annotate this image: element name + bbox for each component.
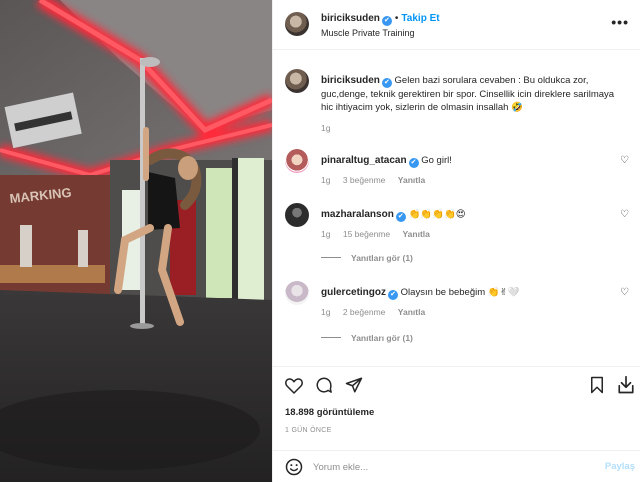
- caption-time[interactable]: 1g: [321, 123, 330, 133]
- bookmark-icon[interactable]: [589, 376, 605, 394]
- avatar[interactable]: [285, 203, 309, 227]
- comment-time[interactable]: 1g: [321, 229, 330, 239]
- post-detail-panel: biriciksuden ✔ • Takip Et Muscle Private Tr…: [272, 0, 640, 482]
- comment-time[interactable]: 1g: [321, 307, 330, 317]
- download-icon[interactable]: [617, 375, 635, 395]
- view-replies-label[interactable]: Yanıtları gör (1): [351, 333, 413, 343]
- comment-body: gulercetingoz ✔ Olaysın be bebeğim 👏✌🤍: [321, 286, 621, 300]
- follow-button[interactable]: Takip Et: [401, 13, 439, 24]
- post-comment-button[interactable]: Paylaş: [605, 461, 635, 472]
- heart-icon[interactable]: [285, 377, 303, 394]
- comment-icon[interactable]: [315, 376, 333, 394]
- separator-dot: •: [394, 13, 399, 24]
- verified-badge-icon: ✔: [395, 212, 406, 222]
- caption-meta: 1g: [321, 123, 340, 133]
- caption-username[interactable]: biriciksuden: [321, 75, 380, 86]
- avatar[interactable]: [285, 149, 309, 173]
- smiley-icon[interactable]: [285, 458, 303, 476]
- view-count[interactable]: 18.898 görüntüleme: [285, 407, 374, 418]
- location-link[interactable]: Muscle Private Training: [321, 28, 415, 38]
- comment-text: Olaysın be bebeğim 👏✌🤍: [400, 287, 520, 298]
- view-replies-button[interactable]: Yanıtları gör (1): [321, 333, 413, 343]
- comment-likes[interactable]: 3 beğenme: [343, 175, 386, 185]
- caption-body: biriciksuden ✔ Gelen bazi sorulara cevabe…: [321, 74, 621, 114]
- view-replies-label[interactable]: Yanıtları gör (1): [351, 253, 413, 263]
- header-name-row: biriciksuden ✔ • Takip Et: [321, 13, 440, 26]
- replies-divider: [321, 337, 341, 338]
- send-icon[interactable]: [345, 376, 363, 394]
- post-header: biriciksuden ✔ • Takip Et Muscle Private Tr…: [273, 0, 640, 50]
- comment-like-heart-icon[interactable]: ♡: [620, 287, 629, 298]
- comment-like-heart-icon[interactable]: ♡: [620, 209, 629, 220]
- avatar[interactable]: [285, 69, 309, 93]
- more-options-icon[interactable]: •••: [611, 14, 629, 30]
- comment-text: 👏👏👏👏😍: [408, 209, 466, 220]
- view-replies-button[interactable]: Yanıtları gör (1): [321, 253, 413, 263]
- post-actions: [273, 366, 640, 404]
- comment-body: pinaraltug_atacan ✔ Go girl!: [321, 154, 621, 168]
- comment-username[interactable]: pinaraltug_atacan: [321, 155, 407, 166]
- comment-like-heart-icon[interactable]: ♡: [620, 155, 629, 166]
- verified-badge-icon: ✔: [381, 78, 392, 88]
- comment-likes[interactable]: 2 beğenme: [343, 307, 386, 317]
- comment-meta: 1g 3 beğenme Yanıtla: [321, 175, 435, 185]
- verified-badge-icon: ✔: [381, 16, 392, 26]
- comment-meta: 1g 2 beğenme Yanıtla: [321, 307, 435, 317]
- reply-button[interactable]: Yanıtla: [398, 175, 425, 185]
- comment-text: Go girl!: [421, 155, 452, 166]
- author-username[interactable]: biriciksuden: [321, 13, 380, 24]
- reply-button[interactable]: Yanıtla: [398, 307, 425, 317]
- avatar[interactable]: [285, 12, 309, 36]
- comment-time[interactable]: 1g: [321, 175, 330, 185]
- avatar[interactable]: [285, 281, 309, 305]
- comment-input[interactable]: [313, 458, 593, 476]
- comment-meta: 1g 15 beğenme Yanıtla: [321, 229, 440, 239]
- replies-divider: [321, 257, 341, 258]
- verified-badge-icon: ✔: [388, 290, 399, 300]
- comment-likes[interactable]: 15 beğenme: [343, 229, 390, 239]
- add-comment-bar: Paylaş: [273, 450, 640, 482]
- reply-button[interactable]: Yanıtla: [402, 229, 429, 239]
- post-photo[interactable]: MARKING: [0, 0, 272, 482]
- verified-badge-icon: ✔: [408, 158, 419, 168]
- comment-body: mazharalanson ✔ 👏👏👏👏😍: [321, 208, 621, 222]
- comment-username[interactable]: mazharalanson: [321, 209, 394, 220]
- comment-username[interactable]: gulercetingoz: [321, 287, 386, 298]
- post-photo-illustration: MARKING: [0, 0, 272, 482]
- post-time[interactable]: 1 GÜN ÖNCE: [285, 427, 332, 434]
